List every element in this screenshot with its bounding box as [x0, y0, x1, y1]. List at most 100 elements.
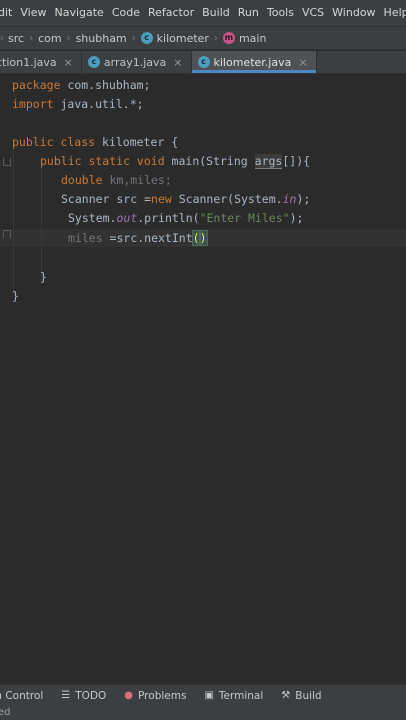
code-text: java.util.*;: [53, 97, 144, 111]
menu-help[interactable]: Help: [380, 0, 406, 26]
string-literal: "Enter Miles": [199, 211, 290, 225]
matched-paren: ): [198, 230, 208, 246]
class-icon: c: [197, 56, 210, 68]
menu-code[interactable]: Code: [108, 0, 144, 26]
code-text: kilometer {: [95, 135, 179, 149]
menu-tools[interactable]: Tools: [263, 0, 298, 26]
breadcrumb-shubham[interactable]: shubham: [76, 27, 127, 49]
build-icon: ⚒: [281, 690, 291, 701]
close-icon[interactable]: ×: [64, 56, 73, 69]
tool-build[interactable]: ⚒ Build: [281, 690, 321, 702]
highlighted-param: args: [254, 154, 283, 169]
tab-array1-java[interactable]: c array1.java ×: [82, 51, 192, 73]
code-line-11: }: [40, 268, 47, 286]
tab-label: kilometer.java: [213, 55, 292, 69]
menu-refactor[interactable]: Refactor: [144, 0, 198, 26]
tool-label: ion Control: [0, 689, 44, 702]
code-text: com.shubham;: [60, 78, 151, 92]
editor-tabs: ction1.java × c array1.java × c kilomete…: [0, 51, 406, 74]
method-icon: m: [222, 32, 235, 44]
menu-build[interactable]: Build: [198, 0, 234, 26]
tab-kilometer-java[interactable]: c kilometer.java ×: [191, 51, 317, 73]
fold-icon[interactable]: [3, 158, 11, 166]
tab-ction1-java[interactable]: ction1.java ×: [0, 51, 82, 73]
status-text: ted: [0, 707, 11, 718]
menu-view[interactable]: View: [16, 0, 50, 26]
code-line-9: miles =src.nextInt(): [68, 229, 208, 247]
keyword: package: [12, 78, 61, 92]
chevron-right-icon: ›: [66, 32, 71, 44]
chevron-right-icon: ›: [29, 32, 34, 44]
tool-todo[interactable]: ☰ TODO: [61, 690, 106, 702]
code-line-5: public static void main(String args[]){: [40, 152, 310, 170]
breadcrumb-kilometer-label: kilometer: [156, 31, 209, 45]
tool-window-bar: ion Control ☰ TODO ● Problems ▣ Terminal…: [0, 684, 406, 706]
keyword: import: [12, 97, 54, 111]
problems-icon: ●: [124, 690, 134, 701]
text-caret: [206, 232, 208, 245]
code-editor[interactable]: package com.shubham; import java.util.*;…: [0, 74, 406, 684]
code-text: km,miles;: [102, 173, 172, 187]
code-text: }: [12, 289, 19, 303]
menu-run[interactable]: Run: [234, 0, 263, 26]
code-line-12: }: [12, 287, 19, 305]
code-text: miles: [68, 231, 103, 245]
tool-label: Problems: [138, 689, 187, 702]
breadcrumb-src[interactable]: src: [8, 27, 24, 49]
static-field: in: [282, 192, 297, 206]
code-line-7: Scanner src =new Scanner(System.in);: [61, 190, 310, 208]
tab-label: ction1.java: [0, 55, 57, 69]
code-text: }: [40, 270, 47, 284]
chevron-right-icon: ›: [213, 32, 218, 44]
code-text: main(String: [164, 154, 255, 168]
chevron-right-icon: ›: [0, 32, 4, 44]
keyword: double: [61, 173, 103, 187]
tool-label: Build: [295, 689, 322, 702]
status-bar: ted: [0, 705, 406, 720]
tool-terminal[interactable]: ▣ Terminal: [204, 690, 263, 702]
breadcrumb-com[interactable]: com: [38, 27, 62, 49]
menu-window[interactable]: Window: [328, 0, 379, 26]
class-icon: c: [140, 32, 153, 44]
keyword: new: [151, 192, 172, 206]
tool-version-control[interactable]: ion Control: [0, 690, 43, 702]
close-icon[interactable]: ×: [298, 56, 307, 69]
code-text: );: [289, 211, 304, 225]
code-line-6: double km,miles;: [61, 171, 172, 189]
terminal-icon: ▣: [204, 690, 214, 701]
code-line-4: public class kilometer {: [12, 133, 178, 151]
tool-label: Terminal: [218, 689, 264, 702]
code-text: System.: [68, 211, 117, 225]
code-text: =src.nextInt: [102, 231, 193, 245]
breadcrumb: › src › com › shubham › c kilometer › m …: [0, 27, 406, 50]
code-text: Scanner src =: [61, 192, 152, 206]
code-text: Scanner(System.: [171, 192, 283, 206]
static-field: out: [116, 211, 138, 225]
indent-guide: [13, 146, 14, 294]
menu-navigate[interactable]: Navigate: [50, 0, 107, 26]
todo-icon: ☰: [61, 690, 71, 701]
tool-problems[interactable]: ● Problems: [124, 690, 186, 702]
menu-edit[interactable]: dit: [0, 0, 16, 26]
code-line-2: import java.util.*;: [12, 95, 144, 113]
breadcrumb-kilometer[interactable]: c kilometer: [140, 27, 209, 49]
code-text: .println(: [137, 211, 200, 225]
code-line-8: System.out.println("Enter Miles");: [68, 209, 303, 227]
indent-guide: [41, 164, 42, 282]
code-line-1: package com.shubham;: [12, 76, 150, 94]
code-text: );: [296, 192, 311, 206]
keyword: public static void: [40, 154, 165, 168]
tab-label: array1.java: [103, 55, 167, 69]
matched-paren: (: [191, 230, 201, 246]
breadcrumb-main[interactable]: m main: [222, 27, 267, 49]
code-text: []){: [282, 154, 311, 168]
menu-bar: dit View Navigate Code Refactor Build Ru…: [0, 0, 406, 27]
fold-icon[interactable]: [3, 230, 11, 238]
breadcrumb-main-label: main: [238, 31, 267, 45]
close-icon[interactable]: ×: [173, 56, 182, 69]
menu-vcs[interactable]: VCS: [298, 0, 328, 26]
keyword: public class: [12, 135, 96, 149]
chevron-right-icon: ›: [131, 32, 136, 44]
tool-label: TODO: [75, 689, 107, 702]
class-icon: c: [87, 56, 100, 68]
